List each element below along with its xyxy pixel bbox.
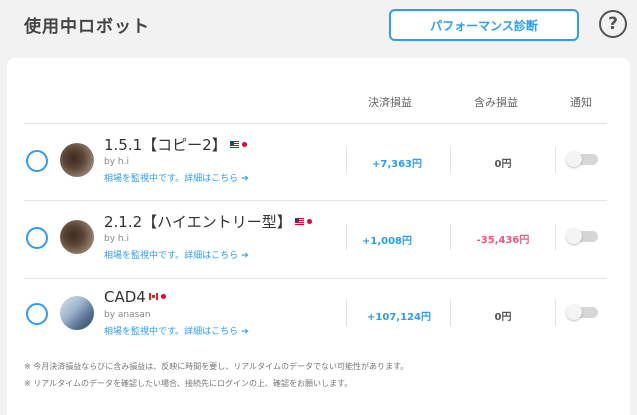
robot-author: by anasan xyxy=(104,310,151,320)
footnote: ※ リアルタイムのデータを確認したい場合、接続先にログインの上、確認をお願いしま… xyxy=(24,379,353,388)
us-flag-icon xyxy=(229,141,239,148)
realized-pl-value: +107,124円 xyxy=(367,312,431,323)
notify-toggle[interactable] xyxy=(566,304,598,320)
divider xyxy=(24,200,607,201)
unrealized-pl-value: 0円 xyxy=(494,312,512,323)
status-link[interactable]: 相場を監視中です。詳細はこちら ➔ xyxy=(104,171,249,184)
column-divider xyxy=(450,224,451,250)
column-divider xyxy=(346,300,347,326)
us-flag-icon xyxy=(294,218,304,225)
realized-pl-value: +7,363円 xyxy=(371,159,422,170)
divider xyxy=(24,123,607,124)
robot-author: by h.i xyxy=(104,234,129,244)
robot-name: 2.1.2【ハイエントリー型】 xyxy=(104,211,312,232)
ca-flag-icon xyxy=(148,293,158,300)
status-text: 相場を監視中です。詳細はこちら xyxy=(104,327,239,337)
arrow-right-icon: ➔ xyxy=(241,327,249,337)
column-header-realized: 決済損益 xyxy=(368,96,412,109)
column-divider xyxy=(555,300,556,326)
robot-author: by h.i xyxy=(104,157,129,167)
arrow-right-icon: ➔ xyxy=(241,174,249,184)
robot-name-text: 1.5.1【コピー2】 xyxy=(104,136,227,154)
page-title: 使用中ロボット xyxy=(24,17,150,37)
avatar xyxy=(60,220,94,254)
footnote: ※ 今月決済損益ならびに含み損益は、反映に時間を要し、リアルタイムのデータでない… xyxy=(24,362,409,371)
status-link[interactable]: 相場を監視中です。詳細はこちら ➔ xyxy=(104,248,249,261)
jp-flag-icon xyxy=(306,219,312,224)
status-text: 相場を監視中です。詳細はこちら xyxy=(104,251,239,261)
jp-flag-icon xyxy=(160,294,166,299)
column-divider xyxy=(450,300,451,326)
performance-diagnosis-button[interactable]: パフォーマンス診断 xyxy=(389,9,579,41)
column-header-notify: 通知 xyxy=(570,96,592,109)
robot-name-text: 2.1.2【ハイエントリー型】 xyxy=(104,213,292,231)
realized-pl-value: +1,008円 xyxy=(361,236,412,247)
robot-name-text: CAD4 xyxy=(104,288,146,306)
radio-button[interactable] xyxy=(26,303,48,325)
unrealized-pl-value: -35,436円 xyxy=(476,235,530,246)
avatar xyxy=(60,143,94,177)
unrealized-pl-value: 0円 xyxy=(494,159,512,170)
column-divider xyxy=(555,147,556,173)
column-divider xyxy=(555,224,556,250)
column-header-unrealized: 含み損益 xyxy=(474,96,518,109)
avatar xyxy=(60,296,94,330)
radio-button[interactable] xyxy=(26,150,48,172)
jp-flag-icon xyxy=(241,142,247,147)
help-icon[interactable]: ? xyxy=(599,10,627,38)
column-divider xyxy=(450,147,451,173)
status-link[interactable]: 相場を監視中です。詳細はこちら ➔ xyxy=(104,324,249,337)
notify-toggle[interactable] xyxy=(566,228,598,244)
arrow-right-icon: ➔ xyxy=(241,251,249,261)
status-text: 相場を監視中です。詳細はこちら xyxy=(104,174,239,184)
divider xyxy=(24,278,607,279)
notify-toggle[interactable] xyxy=(566,151,598,167)
robot-name: 1.5.1【コピー2】 xyxy=(104,134,247,155)
robot-name: CAD4 xyxy=(104,288,166,306)
radio-button[interactable] xyxy=(26,227,48,249)
